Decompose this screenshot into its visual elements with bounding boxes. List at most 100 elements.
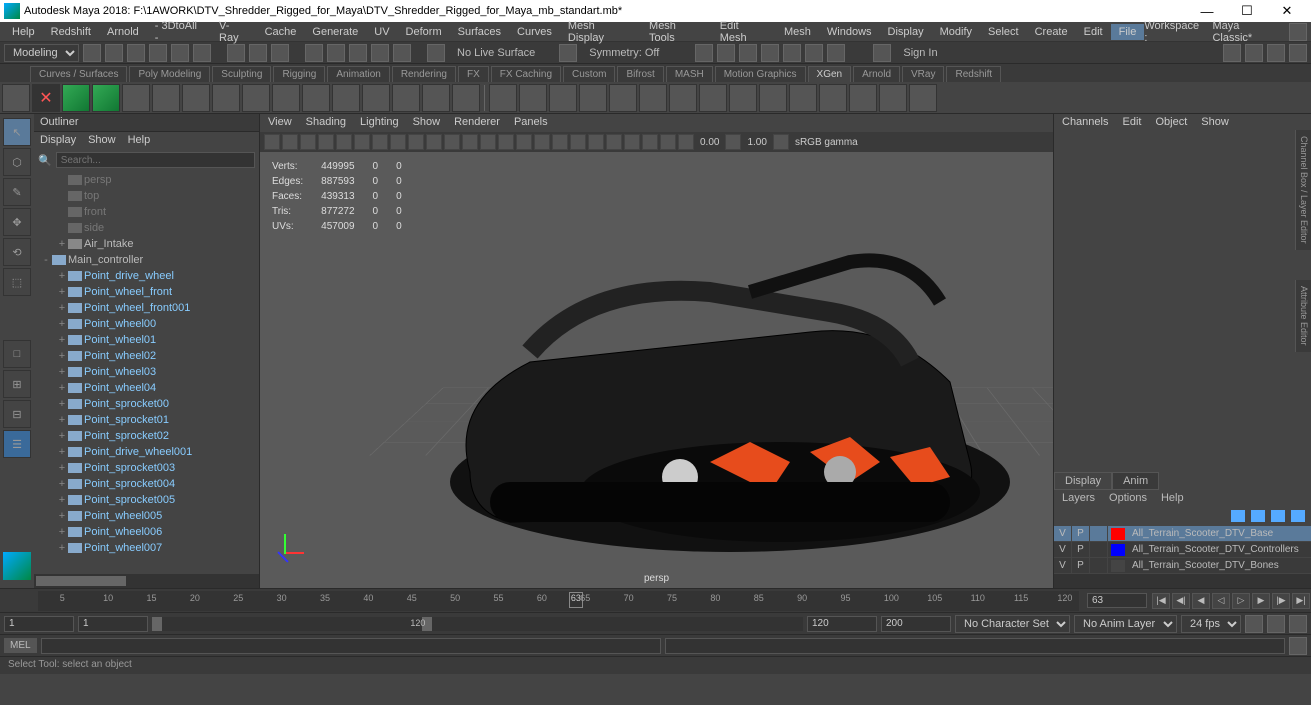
step-back-key-button[interactable]: ◀|: [1172, 593, 1190, 609]
shelf-tab-custom[interactable]: Custom: [563, 66, 615, 82]
menu-uv[interactable]: UV: [366, 24, 397, 40]
xgen-brush9-icon[interactable]: [729, 84, 757, 112]
xgen-brush13-icon[interactable]: [849, 84, 877, 112]
xgen-icon[interactable]: [62, 84, 90, 112]
vp-smooth-icon[interactable]: [480, 134, 496, 150]
snap-grid-icon[interactable]: [305, 44, 323, 62]
shelf-tab-rigging[interactable]: Rigging: [273, 66, 325, 82]
minimize-button[interactable]: —: [1187, 1, 1227, 21]
range-end-outer[interactable]: [881, 616, 951, 632]
vp-viewtransform-icon[interactable]: [773, 134, 789, 150]
sign-in[interactable]: Sign In: [895, 47, 945, 59]
close-button[interactable]: ✕: [1267, 1, 1307, 21]
xgen-tool11-icon[interactable]: [422, 84, 450, 112]
layout-four-icon[interactable]: ⊞: [3, 370, 31, 398]
outliner-node[interactable]: +Point_wheel_front001: [34, 300, 259, 316]
layers-menu-layers[interactable]: Layers: [1062, 492, 1095, 506]
range-start-inner[interactable]: [78, 616, 148, 632]
range-slider-track[interactable]: 120: [152, 617, 803, 631]
workspace-icon[interactable]: [1289, 23, 1307, 41]
xgen-tool5-icon[interactable]: [242, 84, 270, 112]
render-view-icon[interactable]: [805, 44, 823, 62]
go-start-button[interactable]: |◀: [1152, 593, 1170, 609]
xgen-tool4-icon[interactable]: [212, 84, 240, 112]
layer-row[interactable]: VPAll_Terrain_Scooter_DTV_Controllers: [1054, 542, 1311, 558]
step-forward-key-button[interactable]: |▶: [1272, 593, 1290, 609]
viewport-menu-renderer[interactable]: Renderer: [454, 116, 500, 130]
playback-prefs-icon[interactable]: [1267, 615, 1285, 633]
shelf-tab-animation[interactable]: Animation: [327, 66, 389, 82]
layer-tab-anim[interactable]: Anim: [1112, 472, 1159, 490]
cb-menu-edit[interactable]: Edit: [1122, 116, 1141, 130]
menu-select[interactable]: Select: [980, 24, 1027, 40]
xgen-tool10-icon[interactable]: [392, 84, 420, 112]
outliner-menu-display[interactable]: Display: [40, 134, 76, 148]
ipr-icon[interactable]: [761, 44, 779, 62]
layer-new-icon[interactable]: [1271, 510, 1285, 522]
outliner-node[interactable]: +Point_wheel006: [34, 524, 259, 540]
xgen-brush2-icon[interactable]: [519, 84, 547, 112]
vp-field-chart-icon[interactable]: [408, 134, 424, 150]
outliner-node[interactable]: +Point_wheel_front: [34, 284, 259, 300]
viewport-menu-panels[interactable]: Panels: [514, 116, 548, 130]
xgen-tool8-icon[interactable]: [332, 84, 360, 112]
xgen-brush10-icon[interactable]: [759, 84, 787, 112]
vp-motion-blur-icon[interactable]: [570, 134, 586, 150]
menu-arnold[interactable]: Arnold: [99, 24, 147, 40]
anim-prefs-icon[interactable]: [1289, 615, 1307, 633]
shelf-tab-rendering[interactable]: Rendering: [392, 66, 456, 82]
xgen-brush1-icon[interactable]: [489, 84, 517, 112]
layer-tab-display[interactable]: Display: [1054, 472, 1112, 490]
history-icon[interactable]: [717, 44, 735, 62]
menu-curves[interactable]: Curves: [509, 24, 560, 40]
move-tool[interactable]: ✥: [3, 208, 31, 236]
vp-aa-icon[interactable]: [588, 134, 604, 150]
xgen-tool9-icon[interactable]: [362, 84, 390, 112]
vp-grid-icon[interactable]: [336, 134, 352, 150]
vp-colorspace[interactable]: sRGB gamma: [791, 137, 862, 148]
shelf-tab-curves-surfaces[interactable]: Curves / Surfaces: [30, 66, 127, 82]
vp-textured-icon[interactable]: [498, 134, 514, 150]
shelf-tab-fx[interactable]: FX: [458, 66, 489, 82]
vp-gamma-value[interactable]: 1.00: [743, 137, 770, 148]
xgen-tool3-icon[interactable]: [182, 84, 210, 112]
xgen-brush14-icon[interactable]: [879, 84, 907, 112]
cb-menu-channels[interactable]: Channels: [1062, 116, 1108, 130]
scale-tool[interactable]: ⬚: [3, 268, 31, 296]
menu-mesh[interactable]: Mesh: [776, 24, 819, 40]
menu-surfaces[interactable]: Surfaces: [450, 24, 509, 40]
snap-point-icon[interactable]: [349, 44, 367, 62]
undo-icon[interactable]: [171, 44, 189, 62]
model-mesh[interactable]: [330, 202, 1030, 582]
vp-xray-icon[interactable]: [642, 134, 658, 150]
vp-safe-action-icon[interactable]: [426, 134, 442, 150]
timeline[interactable]: 63 5101520253035404550556065707580859095…: [0, 588, 1311, 612]
shelf-tab-fx-caching[interactable]: FX Caching: [491, 66, 561, 82]
menu-cache[interactable]: Cache: [257, 24, 305, 40]
xgen-brush3-icon[interactable]: [549, 84, 577, 112]
xgen-tool7-icon[interactable]: [302, 84, 330, 112]
xgen-brush6-icon[interactable]: [639, 84, 667, 112]
viewport-canvas[interactable]: Verts:44999500Edges:88759300Faces:439313…: [260, 152, 1053, 588]
outliner-node[interactable]: +Point_sprocket005: [34, 492, 259, 508]
user-icon[interactable]: [873, 44, 891, 62]
shelf-tab-poly-modeling[interactable]: Poly Modeling: [129, 66, 210, 82]
outliner-node[interactable]: front: [34, 204, 259, 220]
lights-icon[interactable]: [827, 44, 845, 62]
outliner-node[interactable]: +Point_wheel04: [34, 380, 259, 396]
shelf-tab-bifrost[interactable]: Bifrost: [617, 66, 663, 82]
viewport-menu-lighting[interactable]: Lighting: [360, 116, 399, 130]
snap-live-icon[interactable]: [393, 44, 411, 62]
outliner-scrollbar[interactable]: [34, 574, 259, 588]
workspace-value[interactable]: Maya Classic*: [1212, 20, 1281, 44]
vp-isolate-icon[interactable]: [624, 134, 640, 150]
shelf-tab-sculpting[interactable]: Sculpting: [212, 66, 271, 82]
menu-edit-mesh[interactable]: Edit Mesh: [712, 18, 776, 46]
range-end-inner[interactable]: [807, 616, 877, 632]
shelf-edit-icon[interactable]: [2, 84, 30, 112]
layer-row[interactable]: VPAll_Terrain_Scooter_DTV_Base: [1054, 526, 1311, 542]
play-forward-button[interactable]: ▷: [1232, 593, 1250, 609]
outliner-node[interactable]: -Main_controller: [34, 252, 259, 268]
select-comp-icon[interactable]: [271, 44, 289, 62]
outliner-search-input[interactable]: [56, 152, 255, 168]
